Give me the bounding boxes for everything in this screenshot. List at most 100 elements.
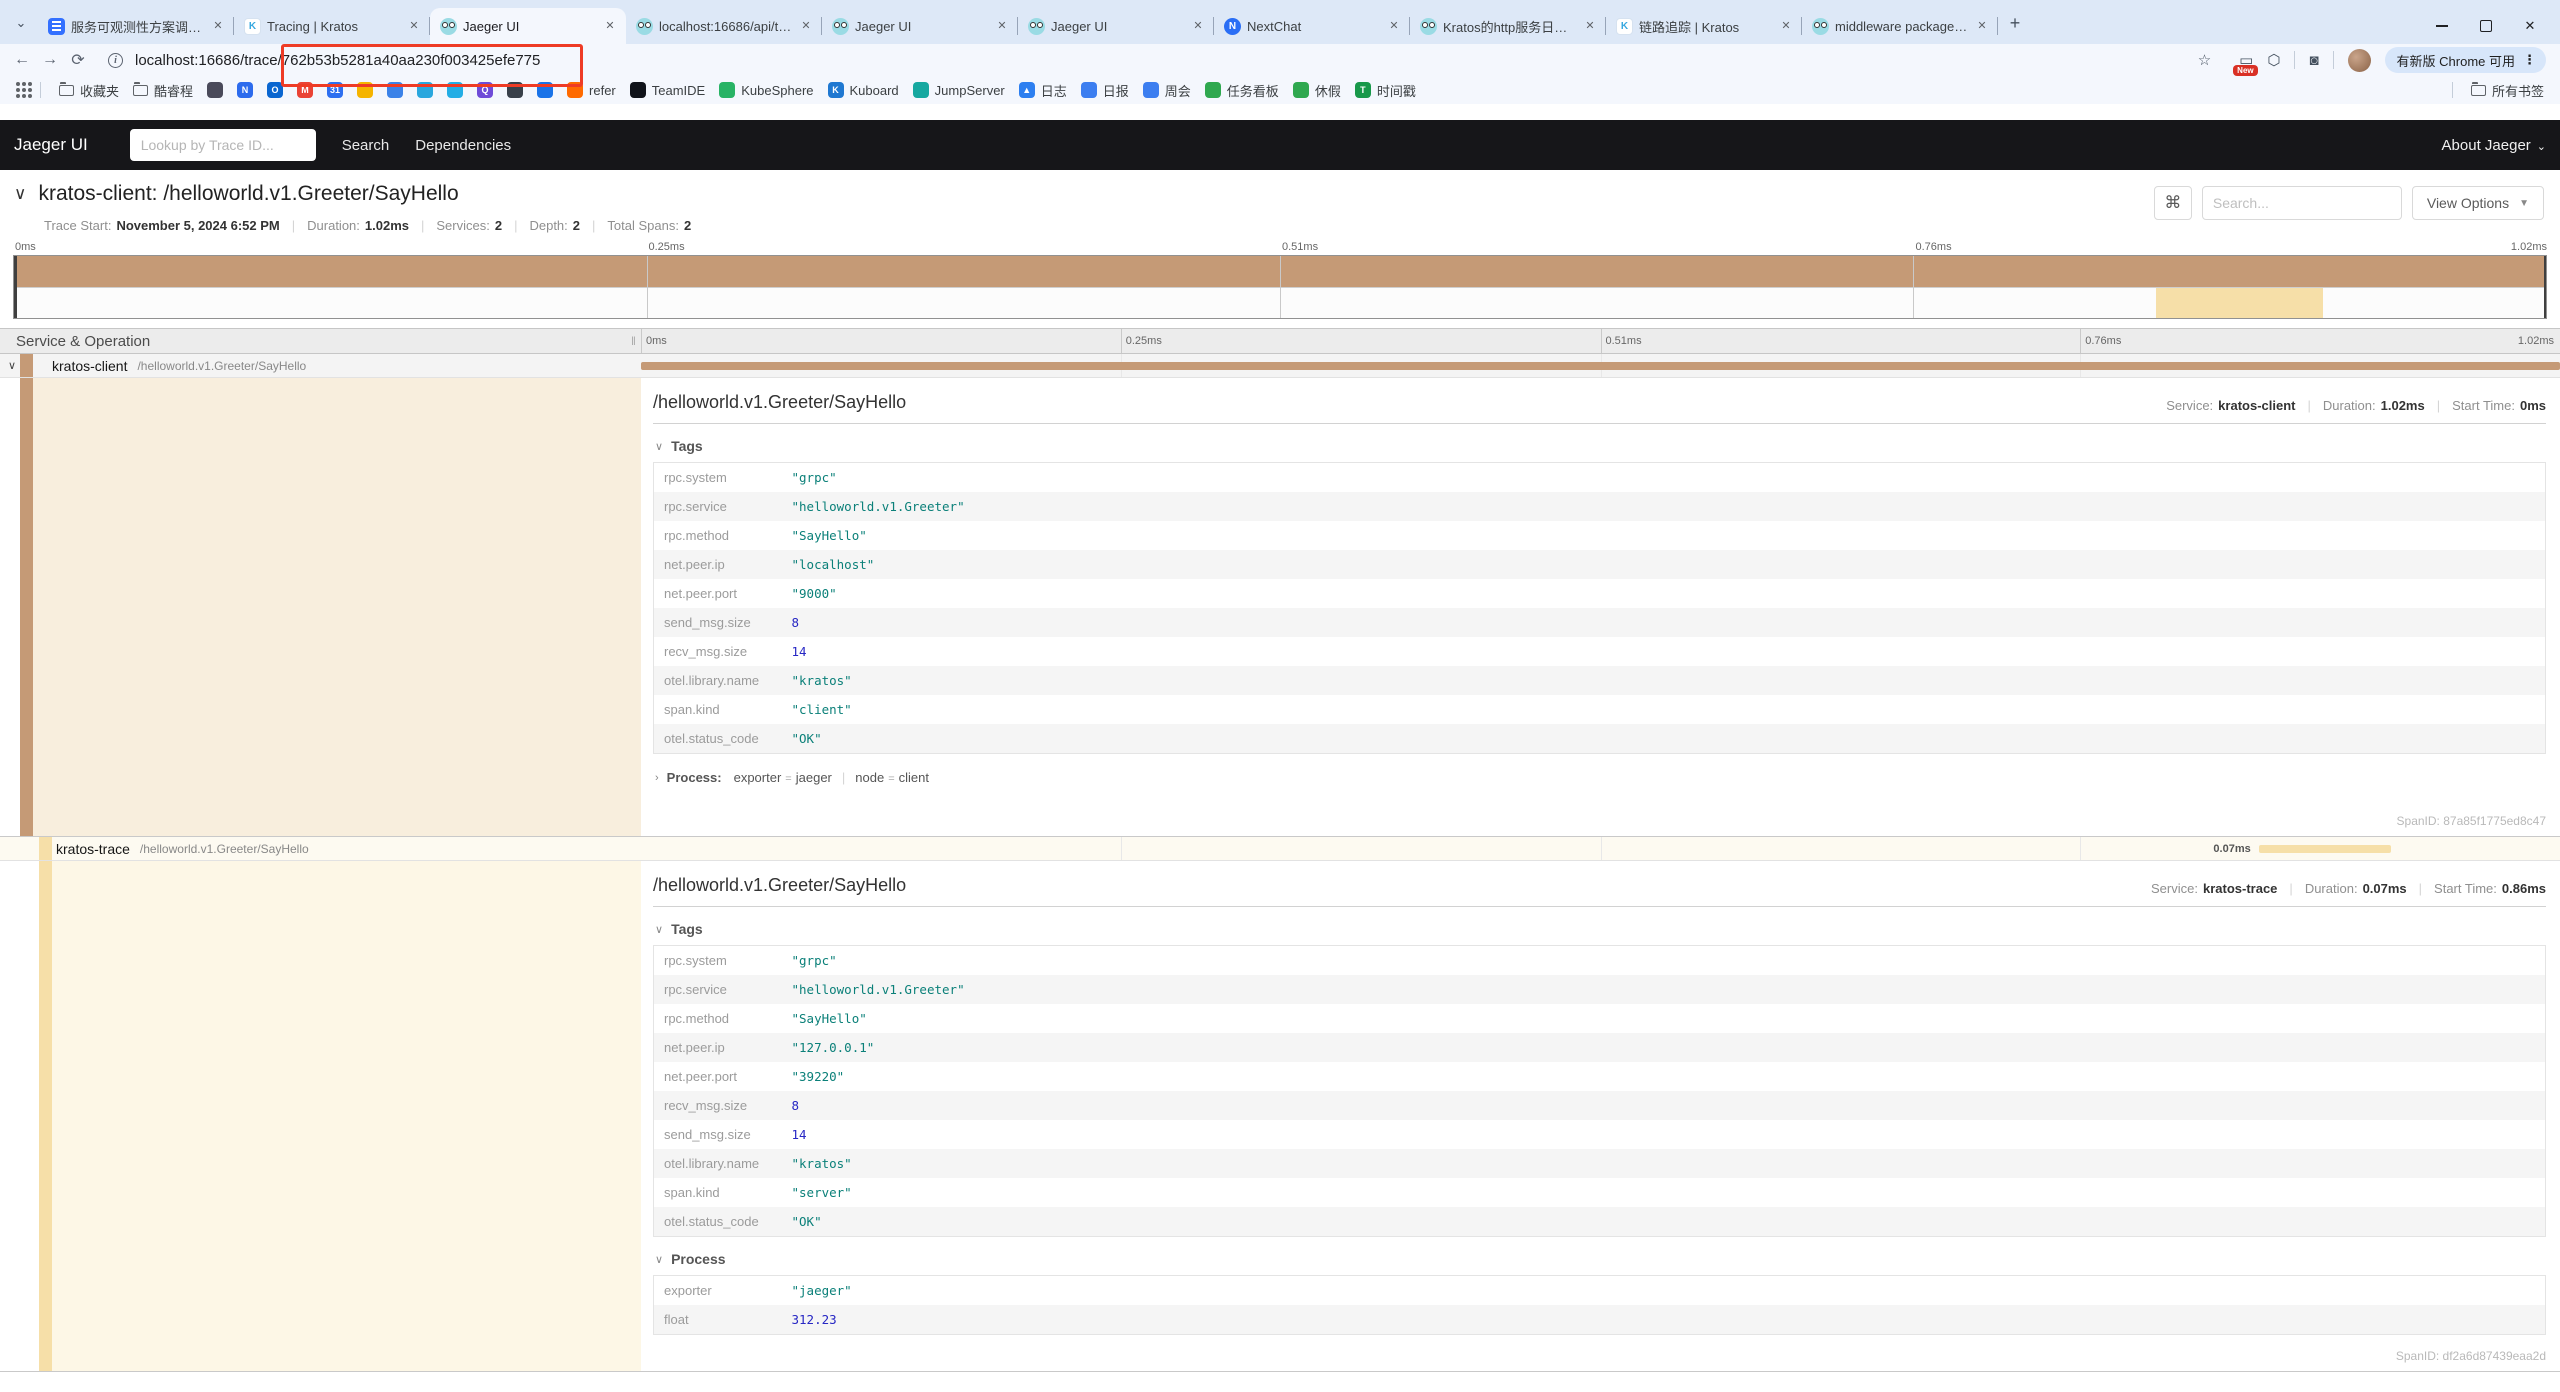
kratos-icon <box>1616 18 1633 35</box>
bookmark-favicon-item[interactable]: Q <box>471 80 499 100</box>
back-button[interactable]: ← <box>10 48 34 72</box>
process-section-header[interactable]: › Process: exporter=jaeger|node=client <box>655 770 2546 785</box>
tags-section-header[interactable]: ∨ Tags <box>655 921 2546 937</box>
reload-button[interactable]: ⟳ <box>66 48 90 72</box>
bookmark-item[interactable]: 休假 <box>1287 79 1347 102</box>
url-text[interactable]: localhost:16686/trace/762b53b5281a40aa23… <box>135 52 2194 69</box>
tab-close-icon[interactable]: ✕ <box>1386 18 1402 34</box>
browser-tab[interactable]: NextChat✕ <box>1214 8 1410 44</box>
bookmark-favicon-item[interactable]: N <box>231 80 259 100</box>
meta-value: 1.02ms <box>2381 398 2425 413</box>
bookmark-favicon <box>913 82 929 98</box>
forward-button[interactable]: → <box>38 48 62 72</box>
about-jaeger-menu[interactable]: About Jaeger⌄ <box>2442 137 2546 154</box>
bookmark-favicon-item[interactable] <box>201 80 229 100</box>
window-maximize-button[interactable] <box>2478 18 2494 34</box>
minimap-right-scrubber-handle[interactable] <box>2544 256 2547 318</box>
span-detail-kratos-client: /helloworld.v1.Greeter/SayHello Service:… <box>0 378 2560 836</box>
tag-key: net.peer.port <box>654 579 782 608</box>
bookmark-favicon-item[interactable] <box>411 80 439 100</box>
trace-search-input[interactable] <box>2202 186 2402 220</box>
site-info-icon[interactable]: i <box>108 53 123 68</box>
tab-close-icon[interactable]: ✕ <box>1190 18 1206 34</box>
bookmark-favicon-item[interactable]: 31 <box>321 80 349 100</box>
all-bookmarks-button[interactable]: 所有书签 <box>2465 79 2550 102</box>
span-timeline-cell[interactable]: 0.07ms <box>641 837 2560 860</box>
bookmark-favicon: O <box>267 82 283 98</box>
browser-tab[interactable]: 链路追踪 | Kratos✕ <box>1606 8 1802 44</box>
bookmark-item[interactable]: ▲日志 <box>1013 79 1073 102</box>
bookmark-item[interactable]: 日报 <box>1075 79 1135 102</box>
tab-close-icon[interactable]: ✕ <box>602 18 618 34</box>
keyboard-shortcuts-button[interactable]: ⌘ <box>2154 186 2192 220</box>
tab-close-icon[interactable]: ✕ <box>210 18 226 34</box>
bookmark-item[interactable]: refer <box>561 80 622 100</box>
bookmark-favicon-item[interactable]: M <box>291 80 319 100</box>
view-options-button[interactable]: View Options ▼ <box>2412 186 2544 220</box>
bookmark-favicon-item[interactable] <box>381 80 409 100</box>
browser-tab[interactable]: middleware package - githu✕ <box>1802 8 1998 44</box>
collapse-trace-chevron-icon[interactable]: ∨ <box>14 184 26 204</box>
chrome-menu-icon[interactable]: ⋮ <box>2523 52 2536 68</box>
meta-value: 2 <box>684 218 691 233</box>
nav-item-search[interactable]: Search <box>342 137 390 154</box>
bookmark-item[interactable]: 收藏夹 <box>53 79 125 102</box>
bookmark-label: JumpServer <box>935 83 1005 98</box>
tab-close-icon[interactable]: ✕ <box>406 18 422 34</box>
browser-tab[interactable]: Jaeger UI✕ <box>822 8 1018 44</box>
tab-close-icon[interactable]: ✕ <box>798 18 814 34</box>
bookmark-item[interactable]: 任务看板 <box>1199 79 1285 102</box>
span-duration-bar[interactable] <box>2259 845 2391 853</box>
span-timeline-cell[interactable] <box>641 354 2560 377</box>
window-close-button[interactable]: ✕ <box>2522 18 2538 34</box>
process-section-header[interactable]: ∨ Process <box>655 1251 2546 1267</box>
tags-section-header[interactable]: ∨ Tags <box>655 438 2546 454</box>
meta-label: Service: <box>2151 881 2198 896</box>
trace-title: kratos-client: /helloworld.v1.Greeter/Sa… <box>38 182 458 206</box>
trace-id-lookup-input[interactable] <box>130 129 316 161</box>
bookmark-item[interactable]: T时间戳 <box>1349 79 1422 102</box>
span-row-kratos-client[interactable]: ∨ kratos-client /helloworld.v1.Greeter/S… <box>0 354 2560 378</box>
bookmark-favicon-item[interactable] <box>531 80 559 100</box>
tab-close-icon[interactable]: ✕ <box>1778 18 1794 34</box>
tab-search-chevron-icon[interactable]: ⌄ <box>8 10 34 36</box>
bookmark-favicon-item[interactable] <box>351 80 379 100</box>
bookmark-item[interactable]: JumpServer <box>907 80 1011 100</box>
extensions-puzzle-icon[interactable]: ⬡ <box>2267 51 2280 69</box>
bookmark-favicon-item[interactable]: O <box>261 80 289 100</box>
profile-avatar[interactable] <box>2348 49 2371 72</box>
bookmark-star-icon[interactable]: ☆ <box>2198 51 2211 69</box>
bookmark-item[interactable]: 酷睿程 <box>127 79 199 102</box>
span-color-strip <box>39 861 52 1371</box>
tab-close-icon[interactable]: ✕ <box>994 18 1010 34</box>
tab-close-icon[interactable]: ✕ <box>1974 18 1990 34</box>
browser-tab[interactable]: Jaeger UI✕ <box>1018 8 1214 44</box>
bookmark-item[interactable]: 周会 <box>1137 79 1197 102</box>
browser-tab[interactable]: Jaeger UI✕ <box>430 8 626 44</box>
nav-item-dependencies[interactable]: Dependencies <box>415 137 511 154</box>
bookmark-item[interactable]: KKuboard <box>822 80 905 100</box>
browser-tab[interactable]: Kratos的http服务日志增加tra✕ <box>1410 8 1606 44</box>
new-tab-button[interactable]: + <box>2002 10 2028 36</box>
collapse-span-chevron-icon[interactable]: ∨ <box>8 359 16 372</box>
minimap-graph[interactable] <box>13 255 2547 319</box>
bookmark-favicon-item[interactable] <box>501 80 529 100</box>
chrome-update-pill[interactable]: 有新版 Chrome 可用 ⋮ <box>2385 47 2546 73</box>
tag-row: float312.23 <box>654 1305 2546 1335</box>
span-duration-bar[interactable] <box>641 362 2560 370</box>
extension-new-icon[interactable]: ▭New <box>2239 51 2253 69</box>
span-row-kratos-trace[interactable]: kratos-trace /helloworld.v1.Greeter/SayH… <box>0 837 2560 861</box>
bookmark-item[interactable]: KubeSphere <box>713 80 819 100</box>
tab-close-icon[interactable]: ✕ <box>1582 18 1598 34</box>
browser-tab[interactable]: localhost:16686/api/traces/✕ <box>626 8 822 44</box>
bookmark-item[interactable]: TeamIDE <box>624 80 711 100</box>
column-resize-handle[interactable]: ‖ <box>631 334 637 348</box>
minimap-left-scrubber-handle[interactable] <box>14 256 17 318</box>
jaeger-brand[interactable]: Jaeger UI <box>14 135 88 155</box>
apps-grid-icon[interactable] <box>16 88 20 92</box>
window-minimize-button[interactable] <box>2434 18 2450 34</box>
tab-capture-icon[interactable]: ◙ <box>2309 52 2318 69</box>
browser-tab[interactable]: 服务可观测性方案调研 - 飞书✕ <box>38 8 234 44</box>
browser-tab[interactable]: Tracing | Kratos✕ <box>234 8 430 44</box>
bookmark-favicon-item[interactable] <box>441 80 469 100</box>
